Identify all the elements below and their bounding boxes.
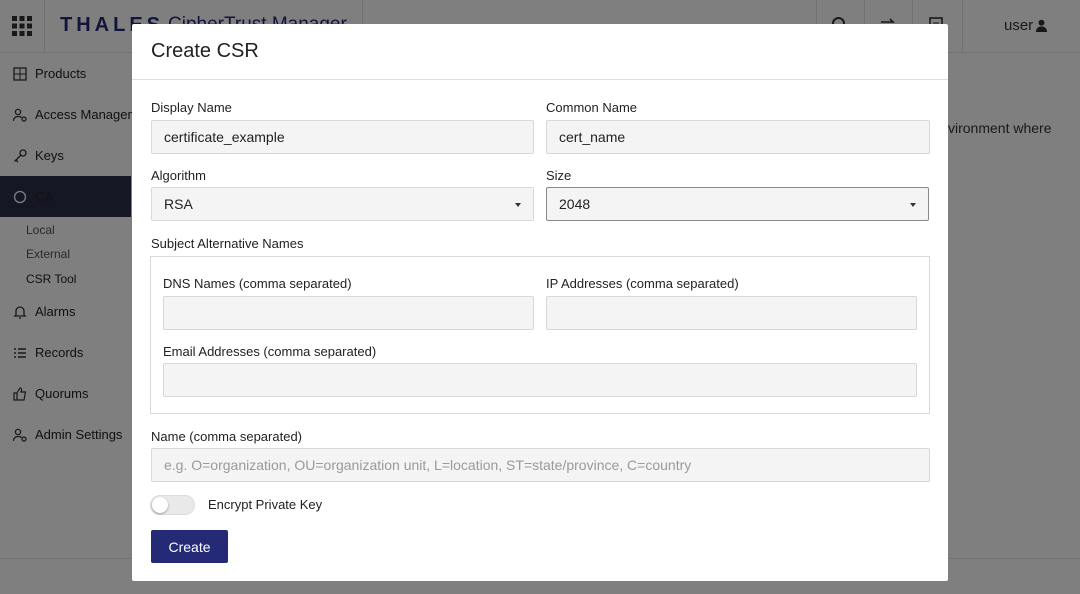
name-label: Name (comma separated) bbox=[151, 429, 302, 444]
san-section-title: Subject Alternative Names bbox=[151, 236, 304, 251]
display-name-label: Display Name bbox=[151, 100, 232, 115]
dialog-title: Create CSR bbox=[151, 40, 259, 62]
dns-names-label: DNS Names (comma separated) bbox=[163, 276, 352, 291]
dialog-header: Create CSR bbox=[132, 24, 948, 80]
create-csr-dialog: Create CSR Display Name certificate_exam… bbox=[132, 24, 948, 581]
name-input[interactable]: e.g. O=organization, OU=organization uni… bbox=[151, 448, 930, 482]
size-select[interactable]: 2048 bbox=[546, 187, 929, 221]
caret-down-icon bbox=[515, 203, 521, 207]
email-addresses-label: Email Addresses (comma separated) bbox=[163, 344, 377, 359]
caret-down-icon bbox=[910, 203, 916, 207]
size-value: 2048 bbox=[559, 196, 591, 212]
dns-names-input[interactable] bbox=[163, 296, 534, 330]
ip-addresses-input[interactable] bbox=[546, 296, 917, 330]
display-name-input[interactable]: certificate_example bbox=[151, 120, 534, 154]
email-addresses-input[interactable] bbox=[163, 363, 917, 397]
algorithm-label: Algorithm bbox=[151, 168, 206, 183]
encrypt-private-key-label: Encrypt Private Key bbox=[208, 497, 323, 512]
san-section: DNS Names (comma separated) IP Addresses… bbox=[150, 256, 930, 414]
encrypt-private-key-toggle[interactable] bbox=[150, 495, 195, 515]
algorithm-value: RSA bbox=[164, 196, 193, 212]
common-name-input[interactable]: cert_name bbox=[546, 120, 930, 154]
algorithm-select[interactable]: RSA bbox=[151, 187, 534, 221]
size-label: Size bbox=[546, 168, 572, 183]
create-button[interactable]: Create bbox=[151, 530, 228, 563]
toggle-knob bbox=[152, 497, 168, 513]
common-name-label: Common Name bbox=[546, 100, 638, 115]
ip-addresses-label: IP Addresses (comma separated) bbox=[546, 276, 739, 291]
